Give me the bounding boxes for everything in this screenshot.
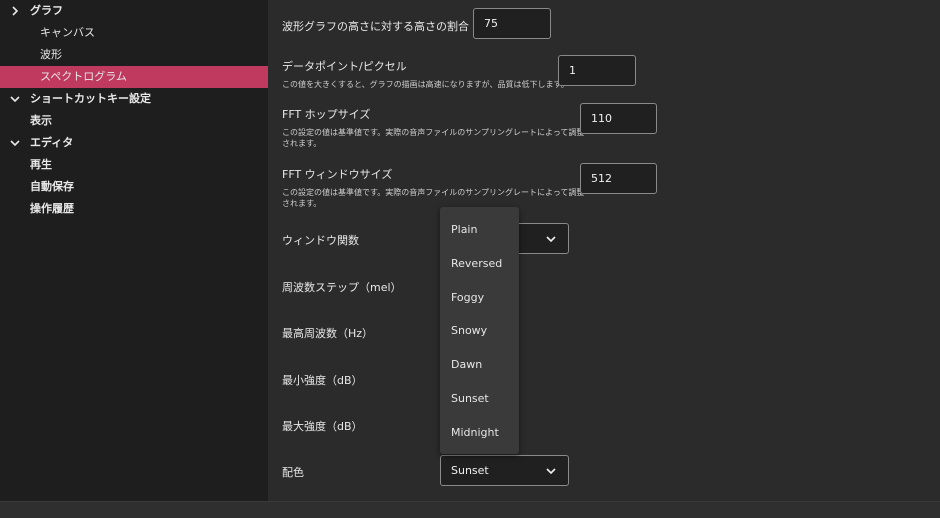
- fft-hop-description-line2: されます。: [282, 139, 322, 148]
- fft-hop-description-line1: この設定の値は基準値です。実際の音声ファイルのサンプリングレートによって調整: [282, 128, 585, 137]
- settings-panel: 波形グラフの高さに対する高さの割合（%） 75 データポイント/ピクセル この値…: [268, 0, 940, 501]
- fft-window-size-input[interactable]: 512: [580, 163, 657, 194]
- sidebar-item-label: スペクトログラム: [40, 70, 127, 83]
- color-scheme-select[interactable]: Sunset: [440, 455, 569, 486]
- menu-item-reversed[interactable]: Reversed: [451, 257, 502, 270]
- sidebar-item-canvas[interactable]: キャンバス: [0, 22, 268, 44]
- sidebar-item-label: 自動保存: [30, 180, 74, 193]
- sidebar-item-label: 再生: [30, 158, 52, 171]
- max-intensity-label: 最大強度（dB）: [282, 420, 363, 433]
- sidebar-item-editor[interactable]: エディタ: [0, 132, 268, 154]
- sidebar: グラフ キャンバス 波形 スペクトログラム ショートカットキー設定 表示 エディ…: [0, 0, 268, 501]
- sidebar-item-label: ショートカットキー設定: [30, 92, 151, 105]
- max-freq-label: 最高周波数（Hz）: [282, 327, 374, 340]
- chevron-down-icon[interactable]: [9, 88, 21, 110]
- fft-window-size-description-line2: されます。: [282, 199, 322, 208]
- sidebar-item-label: 表示: [30, 114, 52, 127]
- fft-hop-label: FFT ホップサイズ: [282, 108, 371, 121]
- sidebar-item-autosave[interactable]: 自動保存: [0, 176, 268, 198]
- chevron-down-icon: [546, 468, 556, 475]
- points-per-pixel-description: この値を大きくすると、グラフの描画は高速になりますが、品質は低下します。: [282, 80, 569, 89]
- sidebar-item-graph[interactable]: グラフ: [0, 0, 268, 22]
- freq-step-label: 周波数ステップ（mel）: [282, 281, 402, 294]
- sidebar-item-label: グラフ: [30, 4, 63, 17]
- sidebar-item-label: 操作履歴: [30, 202, 74, 215]
- min-intensity-label: 最小強度（dB）: [282, 374, 363, 387]
- height-ratio-label: 波形グラフの高さに対する高さの割合（%）: [282, 20, 502, 33]
- menu-item-foggy[interactable]: Foggy: [451, 291, 484, 304]
- menu-item-dawn[interactable]: Dawn: [451, 358, 482, 371]
- color-scheme-menu: Plain Reversed Foggy Snowy Dawn Sunset M…: [440, 207, 519, 454]
- status-bar: [0, 501, 940, 518]
- sidebar-item-display[interactable]: 表示: [0, 110, 268, 132]
- sidebar-item-label: エディタ: [30, 136, 74, 149]
- fft-window-size-description-line1: この設定の値は基準値です。実際の音声ファイルのサンプリングレートによって調整: [282, 188, 585, 197]
- sidebar-item-history[interactable]: 操作履歴: [0, 198, 268, 220]
- sidebar-item-waveform[interactable]: 波形: [0, 44, 268, 66]
- chevron-down-icon[interactable]: [9, 132, 21, 154]
- sidebar-item-label: 波形: [40, 48, 62, 61]
- menu-item-plain[interactable]: Plain: [451, 223, 477, 236]
- sidebar-item-playback[interactable]: 再生: [0, 154, 268, 176]
- sidebar-item-shortcuts[interactable]: ショートカットキー設定: [0, 88, 268, 110]
- sidebar-item-label: キャンバス: [40, 26, 95, 39]
- menu-item-snowy[interactable]: Snowy: [451, 324, 487, 337]
- window-function-label: ウィンドウ関数: [282, 234, 359, 247]
- color-scheme-value: Sunset: [451, 464, 489, 477]
- points-per-pixel-label: データポイント/ピクセル: [282, 60, 407, 73]
- fft-window-size-label: FFT ウィンドウサイズ: [282, 168, 393, 181]
- height-ratio-input[interactable]: 75: [473, 8, 551, 39]
- sidebar-item-spectrogram[interactable]: スペクトログラム: [0, 66, 268, 88]
- menu-item-sunset[interactable]: Sunset: [451, 392, 489, 405]
- chevron-right-icon[interactable]: [9, 0, 21, 22]
- fft-hop-input[interactable]: 110: [580, 103, 657, 134]
- points-per-pixel-input[interactable]: 1: [558, 55, 636, 86]
- menu-item-midnight[interactable]: Midnight: [451, 426, 499, 439]
- chevron-down-icon: [546, 236, 556, 243]
- color-scheme-label: 配色: [282, 466, 304, 479]
